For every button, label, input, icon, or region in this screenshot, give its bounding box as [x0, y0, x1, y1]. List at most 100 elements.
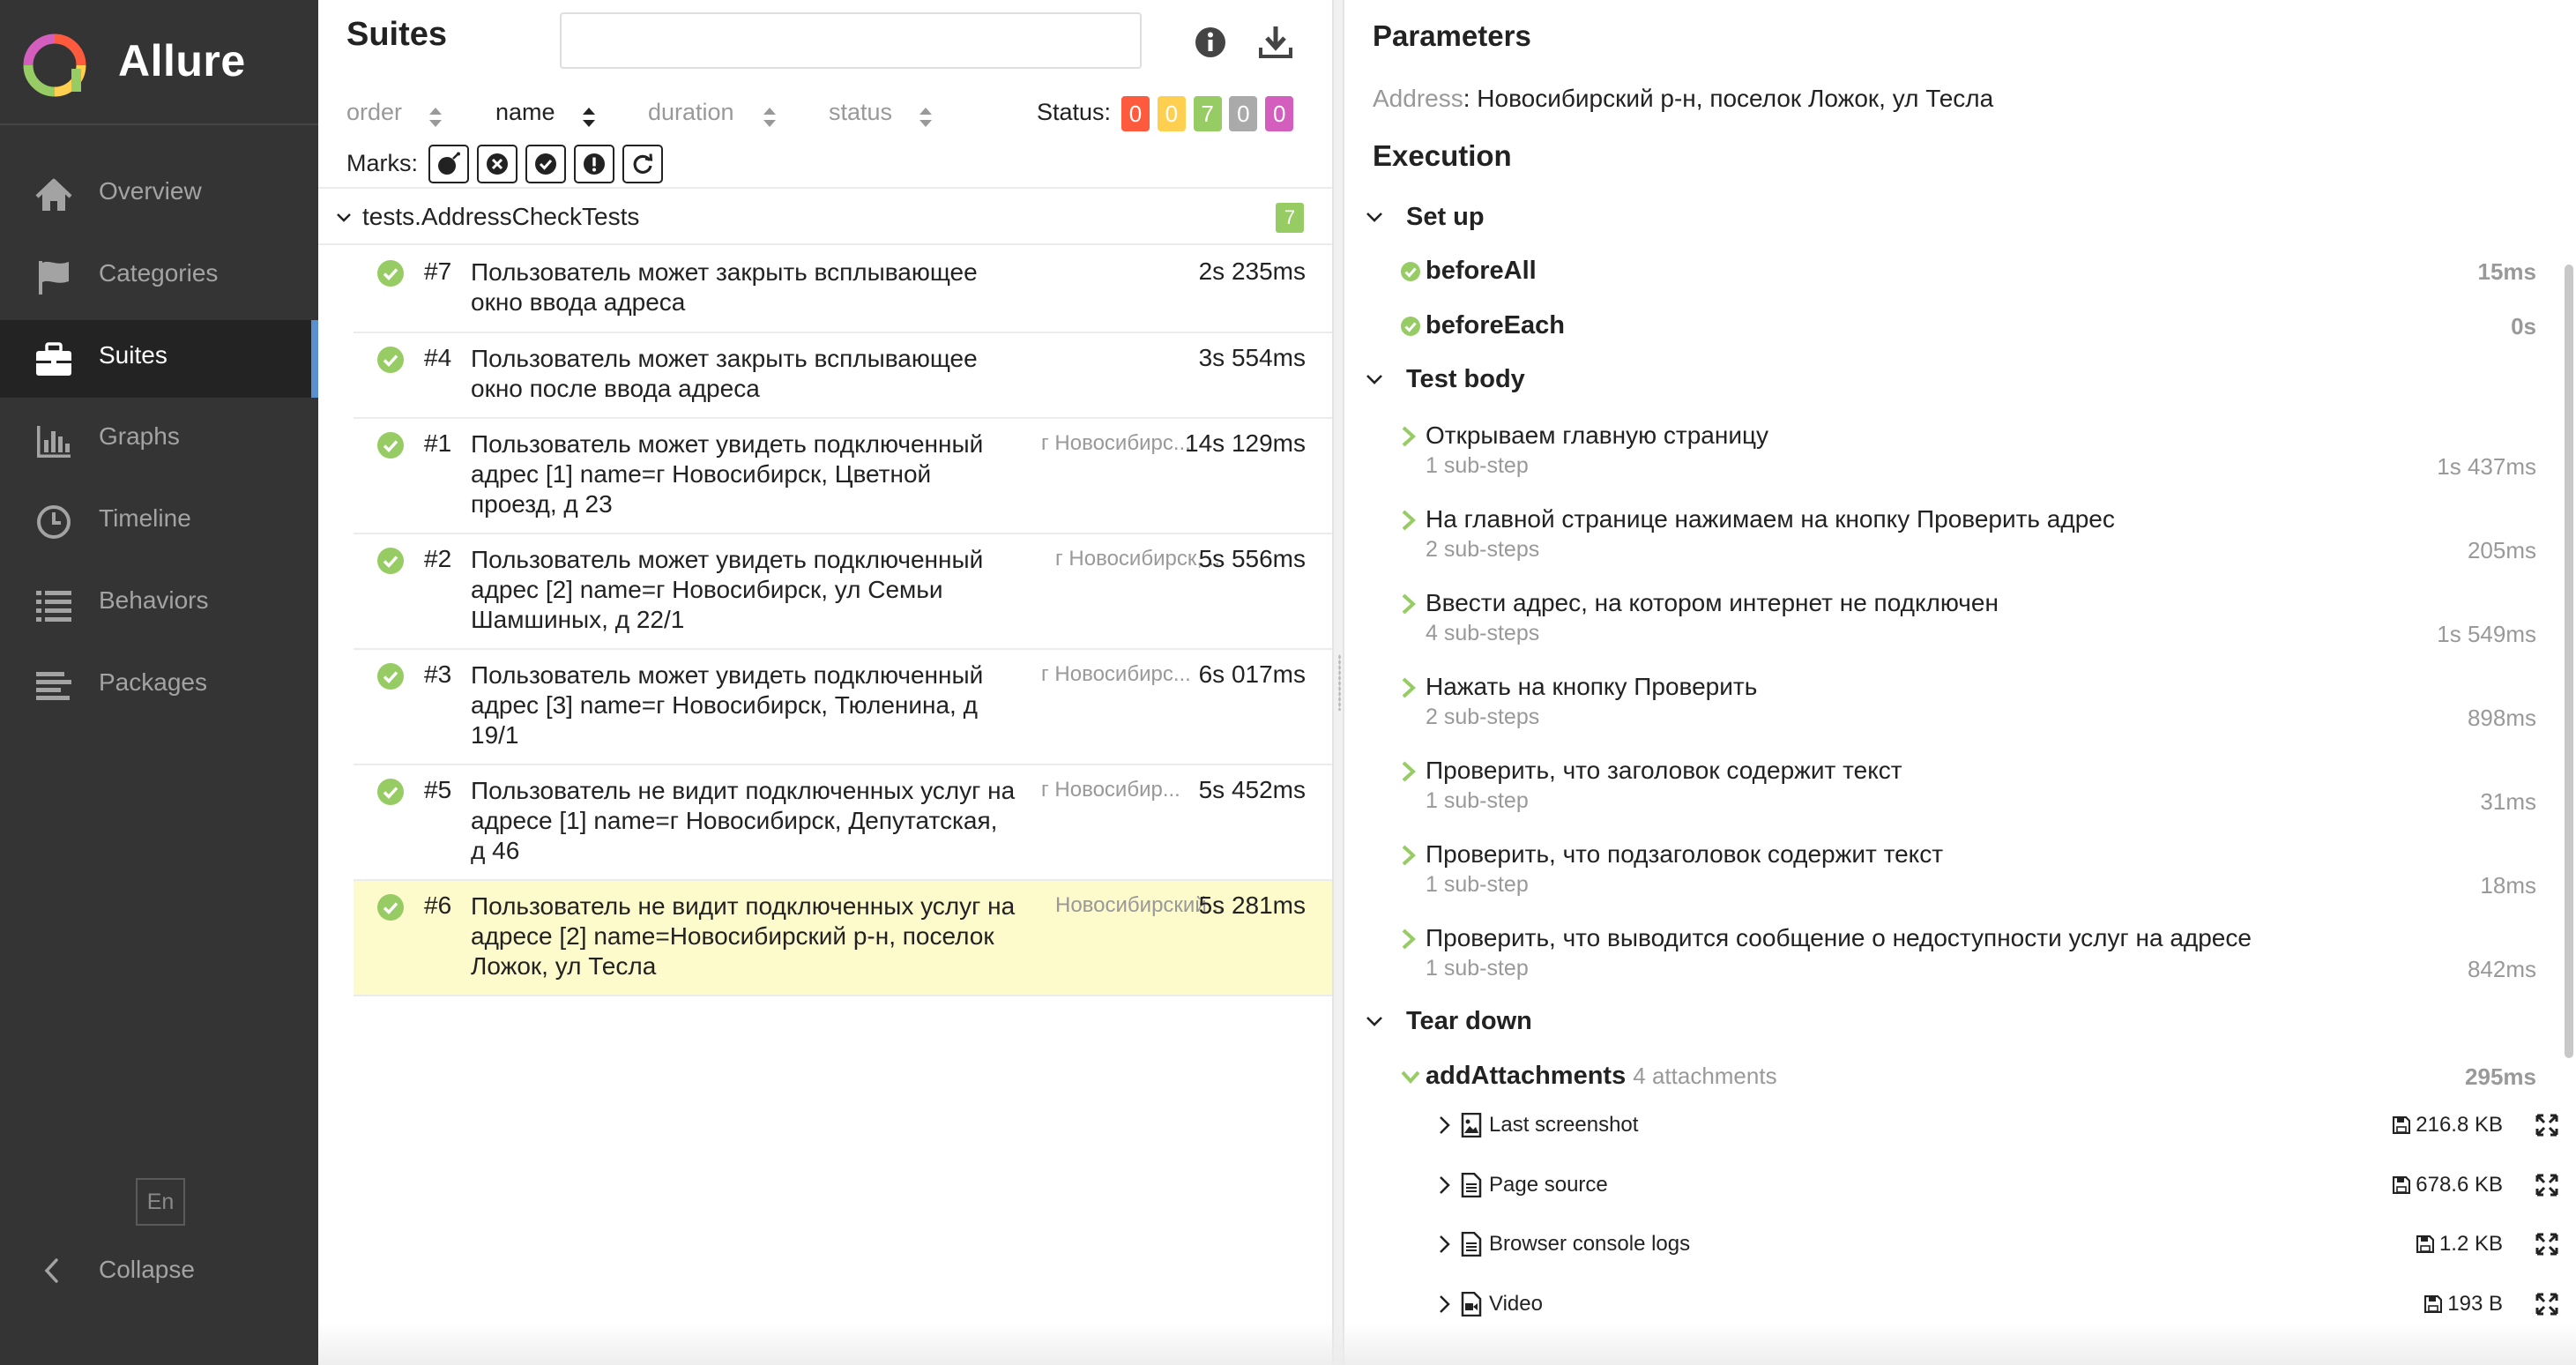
search-input[interactable]	[560, 12, 1142, 69]
collapse-button[interactable]: Collapse	[0, 1236, 318, 1303]
page-title: Suites	[346, 16, 448, 53]
sidebar-item-suites[interactable]: Suites	[0, 319, 318, 398]
test-duration: 5s 556ms	[1198, 545, 1306, 572]
status-filter-unknown[interactable]: 0	[1265, 96, 1294, 131]
chevron-right-green-icon	[1402, 510, 1416, 531]
step-duration: 1s 549ms	[2437, 621, 2536, 647]
download-icon[interactable]	[1256, 23, 1295, 62]
sort-by-name[interactable]: name	[495, 99, 595, 127]
step-name: На главной странице нажимаем на кнопку П…	[1426, 505, 2115, 533]
suite-group-name: tests.AddressCheckTests	[362, 203, 640, 230]
step-duration: 842ms	[2467, 956, 2536, 982]
step-row[interactable]: Проверить, что выводится сообщение о нед…	[1399, 922, 2536, 996]
sidebar-item-graphs[interactable]: Graphs	[0, 401, 318, 479]
mark-new-broken-button[interactable]	[574, 145, 614, 183]
sort-by-order[interactable]: order	[346, 99, 442, 127]
attachment-name: Video	[1489, 1291, 1543, 1316]
attachment-row[interactable]: Video 193 B	[1436, 1279, 2559, 1332]
step-row[interactable]: Открываем главную страницу 1 sub-step 1s 4…	[1399, 420, 2536, 494]
sidebar-item-label: Behaviors	[99, 586, 209, 614]
check-circle-icon	[377, 432, 404, 459]
mark-new-failed-button[interactable]	[477, 145, 517, 183]
sidebar-item-behaviors[interactable]: Behaviors	[0, 565, 318, 643]
parameter-key: Address	[1373, 85, 1463, 112]
expand-icon[interactable]	[2535, 1232, 2559, 1257]
sidebar-item-label: Categories	[99, 258, 219, 287]
check-circle-icon	[377, 548, 404, 574]
test-row[interactable]: #1 Пользователь может увидеть подключенны…	[354, 419, 1332, 534]
fixture-beforeEach[interactable]: beforeEach 0s	[1399, 306, 2536, 347]
attachment-name: Last screenshot	[1489, 1113, 1639, 1137]
test-order: #7	[424, 257, 452, 285]
chevron-right-green-icon	[1402, 426, 1416, 447]
test-row[interactable]: #4 Пользователь может закрыть всплывающее…	[354, 333, 1332, 419]
step-substeps-count: 1 sub-step	[1426, 956, 1529, 981]
test-duration: 2s 235ms	[1198, 257, 1306, 285]
test-details-pane: Parameters Address: Новосибирский р-н, п…	[1344, 0, 2576, 1365]
test-row[interactable]: #5 Пользователь не видит подключенных усл…	[354, 765, 1332, 881]
sort-by-status[interactable]: status	[829, 99, 932, 127]
status-filter-passed[interactable]: 7	[1193, 96, 1222, 131]
attachment-row[interactable]: Page source 678.6 KB	[1436, 1160, 2559, 1213]
step-name: Проверить, что заголовок содержит текст	[1426, 757, 1902, 784]
step-row[interactable]: Проверить, что подзаголовок содержит тек…	[1399, 839, 2536, 913]
test-row[interactable]: #6 Пользователь не видит подключенных усл…	[354, 881, 1332, 996]
expand-icon[interactable]	[2535, 1113, 2559, 1138]
test-duration: 5s 281ms	[1198, 891, 1306, 919]
test-parameter: г Новосибирс...	[1041, 431, 1191, 455]
sidebar-item-categories[interactable]: Categories	[0, 238, 318, 316]
step-row[interactable]: Нажать на кнопку Проверить 2 sub-steps 898…	[1399, 671, 2536, 745]
save-icon	[2416, 1235, 2434, 1253]
step-row[interactable]: Ввести адрес, на котором интернет не под…	[1399, 587, 2536, 661]
test-row[interactable]: #3 Пользователь может увидеть подключенны…	[354, 650, 1332, 765]
info-icon[interactable]	[1191, 23, 1230, 62]
details-scrollbar[interactable]	[2565, 265, 2573, 1058]
suite-group-row[interactable]: tests.AddressCheckTests 7	[318, 190, 1332, 245]
sort-arrows-icon	[429, 108, 442, 127]
bar-chart-icon	[37, 426, 71, 459]
attachment-row[interactable]: Browser console logs 1.2 KB	[1436, 1220, 2559, 1272]
step-row[interactable]: На главной странице нажимаем на кнопку П…	[1399, 503, 2536, 578]
sidebar-item-packages[interactable]: Packages	[0, 647, 318, 725]
fixture-add-attachments[interactable]: addAttachments 4 attachments 295ms	[1399, 1056, 2536, 1097]
check-circle-icon	[377, 260, 404, 287]
sort-by-duration[interactable]: duration	[648, 99, 776, 127]
fixture-duration: 295ms	[2465, 1063, 2536, 1090]
chevron-right-green-icon	[1402, 845, 1416, 866]
test-order: #5	[424, 776, 452, 803]
step-substeps-count: 2 sub-steps	[1426, 537, 1540, 562]
test-order: #2	[424, 545, 452, 572]
mark-new-passed-button[interactable]	[525, 145, 566, 183]
step-duration: 898ms	[2467, 705, 2536, 731]
pane-splitter[interactable]	[1332, 0, 1344, 1365]
fixture-attachments-count: 4 attachments	[1633, 1063, 1777, 1089]
fixture-beforeAll[interactable]: beforeAll 15ms	[1399, 251, 2536, 292]
fixture-duration: 15ms	[2477, 258, 2537, 285]
marks-label: Marks:	[346, 150, 418, 176]
test-row[interactable]: #7 Пользователь может закрыть всплывающее…	[354, 247, 1332, 333]
sidebar-item-timeline[interactable]: Timeline	[0, 483, 318, 561]
chevron-right-icon	[1440, 1235, 1450, 1253]
expand-icon[interactable]	[2535, 1292, 2559, 1317]
test-row[interactable]: #2 Пользователь может увидеть подключенны…	[354, 534, 1332, 650]
status-filter-broken[interactable]: 0	[1157, 96, 1186, 131]
test-duration: 5s 452ms	[1198, 776, 1306, 803]
step-row[interactable]: Проверить, что заголовок содержит текст 1…	[1399, 755, 2536, 829]
attachment-row[interactable]: Last screenshot 216.8 KB	[1436, 1100, 2559, 1153]
test-duration: 3s 554ms	[1198, 344, 1306, 371]
status-filter-failed[interactable]: 0	[1121, 96, 1150, 131]
language-button[interactable]: En	[136, 1178, 185, 1226]
test-order: #3	[424, 660, 452, 688]
mark-retries-button[interactable]	[622, 145, 663, 183]
status-filter-skipped[interactable]: 0	[1229, 96, 1258, 131]
brand[interactable]: Allure	[0, 0, 318, 125]
chevron-down-green-icon	[1401, 1070, 1420, 1084]
chevron-right-green-icon	[1402, 761, 1416, 782]
chevron-down-icon	[337, 213, 351, 222]
mark-flaky-button[interactable]	[428, 145, 469, 183]
expand-icon[interactable]	[2535, 1173, 2559, 1197]
chevron-left-icon	[44, 1258, 58, 1283]
test-name: Пользователь не видит подключенных услуг…	[471, 892, 1016, 980]
sidebar-item-overview[interactable]: Overview	[0, 156, 318, 234]
sidebar-item-label: Graphs	[99, 422, 180, 451]
